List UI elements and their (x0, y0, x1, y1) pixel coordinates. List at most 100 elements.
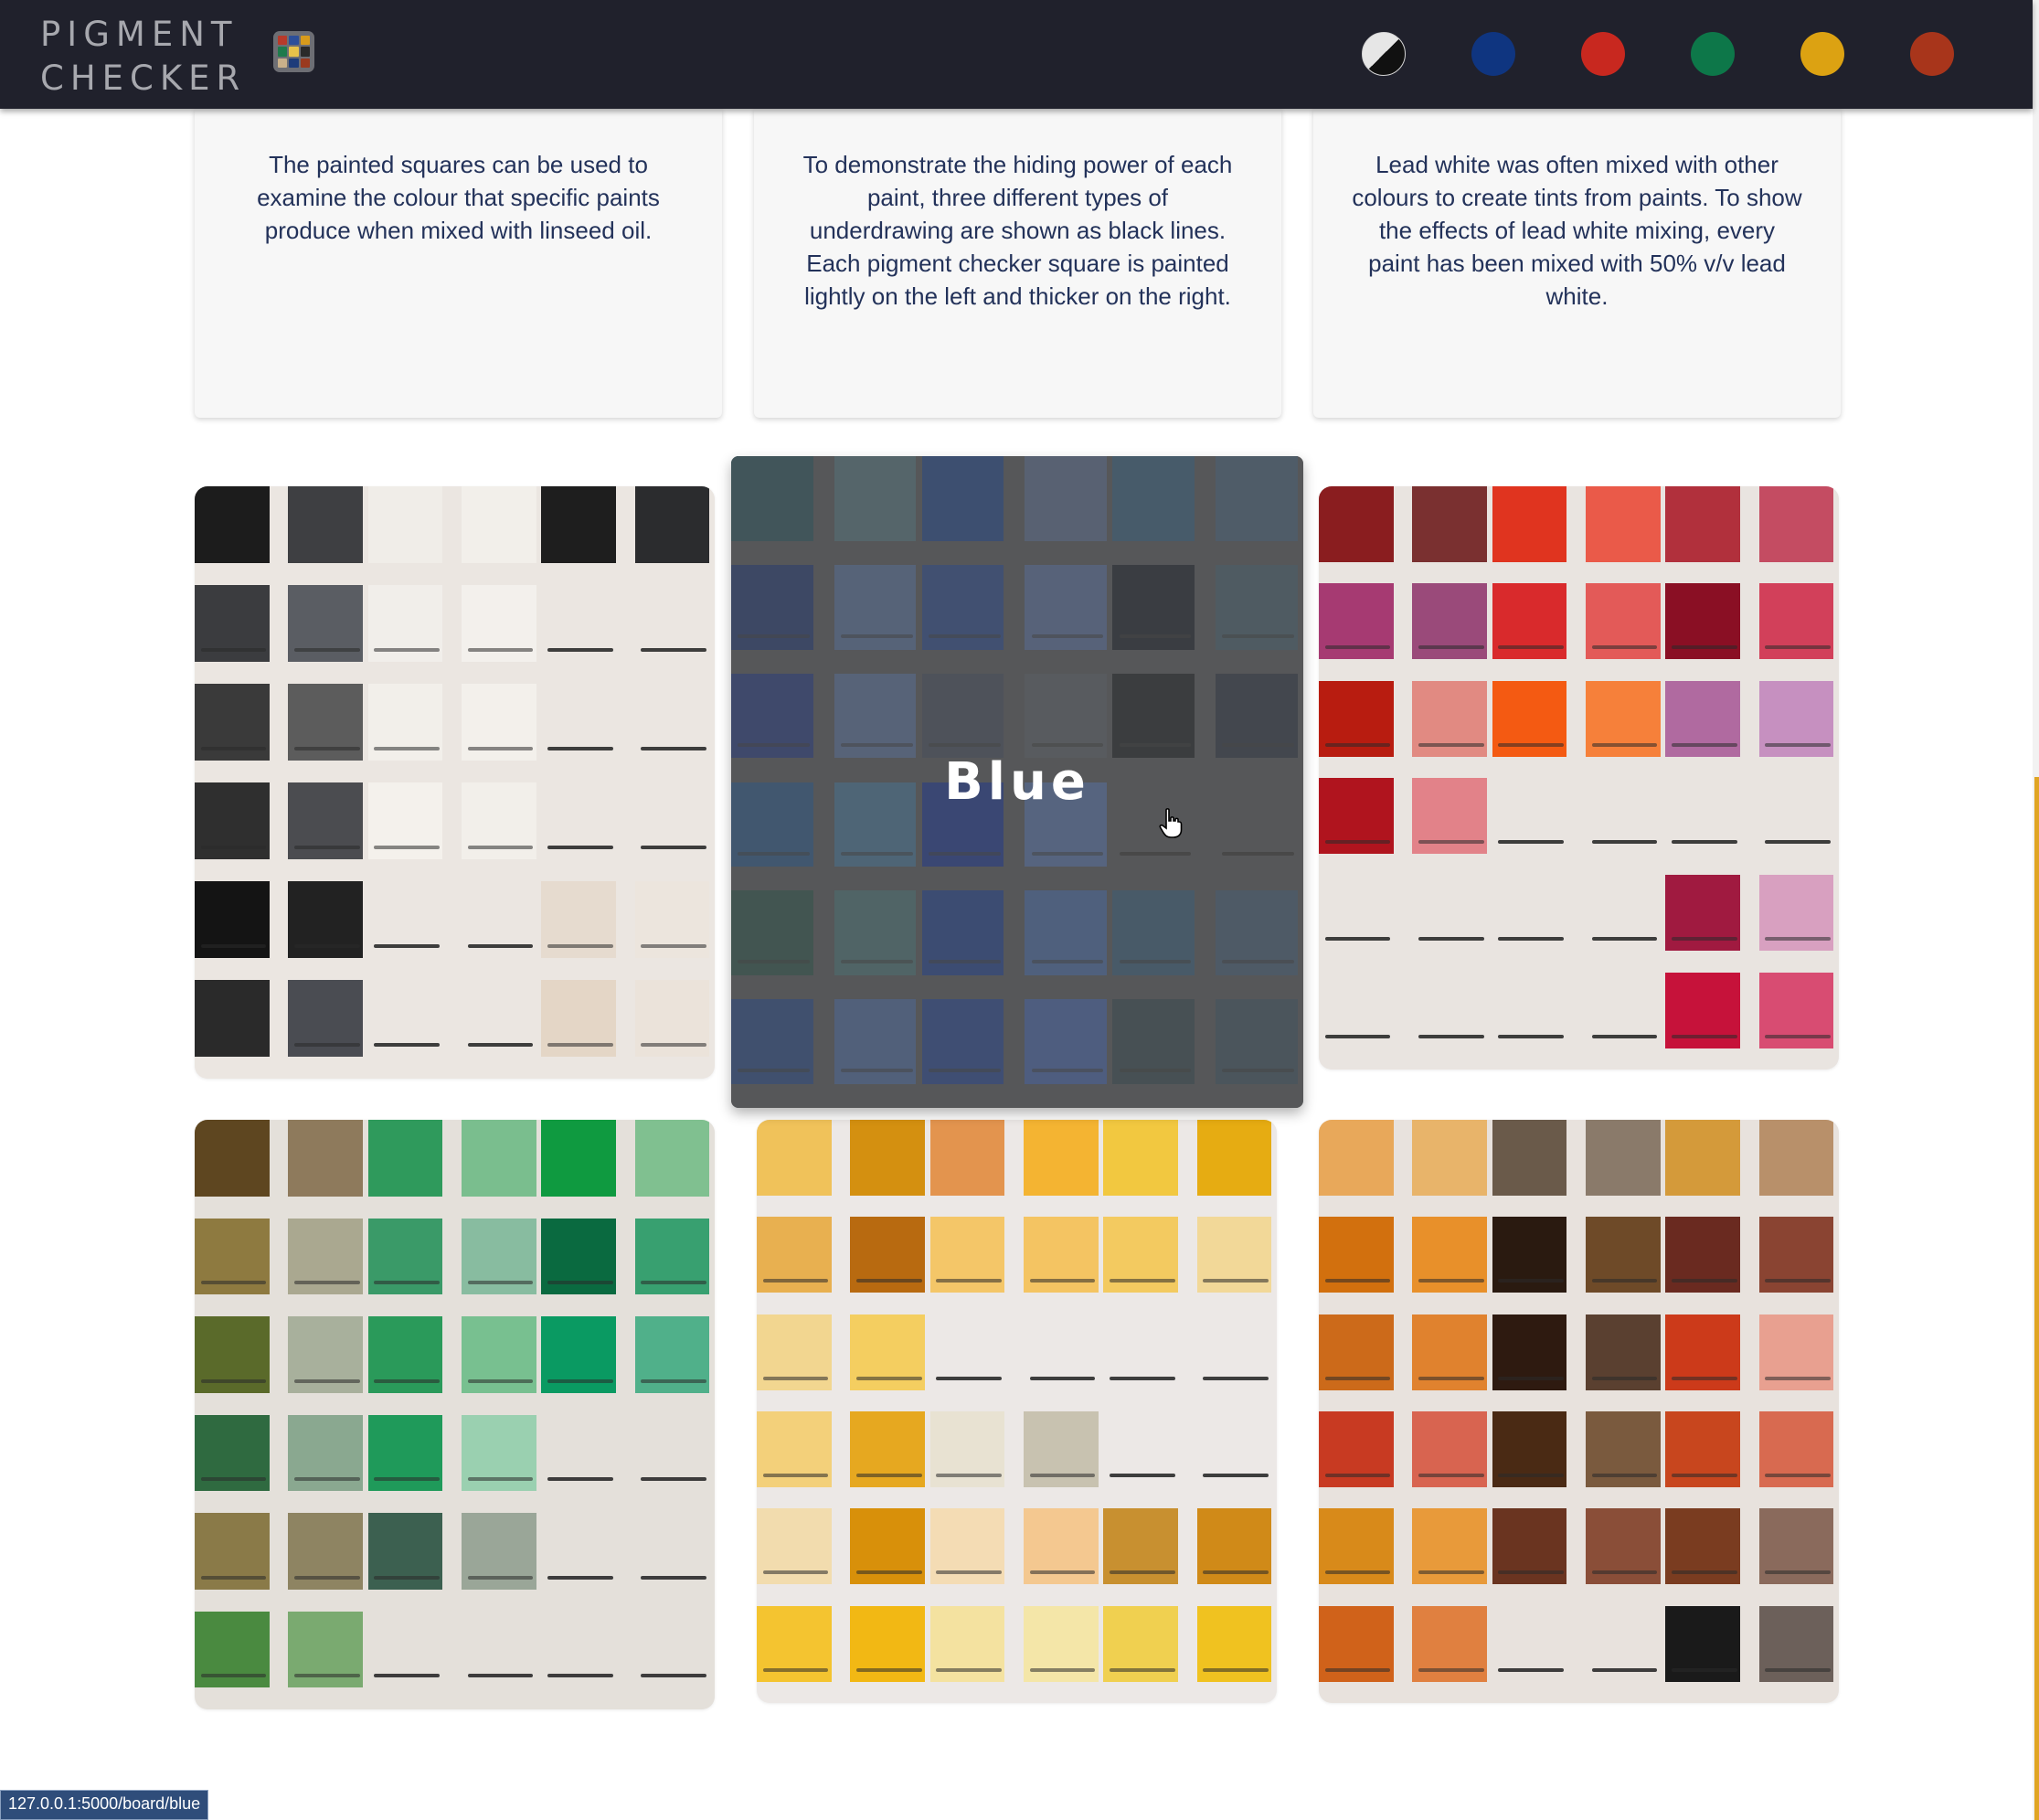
grid-icon[interactable] (273, 31, 314, 72)
underdrawing-line (936, 1570, 1002, 1575)
scrollbar[interactable] (2033, 0, 2039, 1820)
paint-swatch (1412, 486, 1487, 562)
dot-red[interactable] (1581, 32, 1625, 76)
underdrawing-line (855, 1474, 922, 1477)
underdrawing-line (1765, 645, 1832, 650)
dot-brown[interactable] (1910, 32, 1954, 76)
underdrawing-line (1203, 1667, 1269, 1672)
underdrawing-line (200, 944, 267, 949)
paint-swatch (541, 486, 616, 564)
underdrawing-line (936, 1279, 1002, 1283)
board-red[interactable] (1319, 486, 1839, 1070)
underdrawing-line (1765, 1667, 1832, 1672)
underdrawing-line (1498, 742, 1564, 747)
paint-swatch (1665, 486, 1740, 562)
underdrawing-line (936, 1474, 1002, 1477)
info-card-lead-white: Lead white was often mixed with other co… (1313, 109, 1841, 418)
underdrawing-line (1498, 937, 1564, 942)
board-yellow[interactable] (757, 1120, 1277, 1703)
underdrawing-line (293, 1043, 360, 1048)
paint-swatch (1319, 486, 1394, 562)
underdrawing-line (1591, 1667, 1658, 1672)
info-card-hiding-power: To demonstrate the hiding power of each … (754, 109, 1281, 418)
underdrawing-line (467, 1477, 534, 1482)
paint-swatch (195, 1120, 270, 1197)
underdrawing-line (1498, 1474, 1564, 1477)
paint-swatch (1665, 1120, 1740, 1196)
underdrawing-line (1498, 1667, 1564, 1672)
underdrawing-line (855, 1376, 922, 1380)
board-blue[interactable]: Blue (731, 456, 1303, 1108)
app-logo[interactable]: PIGMENT CHECKER (40, 13, 246, 101)
underdrawing-line (547, 1378, 613, 1383)
underdrawing-line (1418, 1034, 1484, 1038)
underdrawing-line (1671, 742, 1737, 747)
board-green[interactable] (195, 1120, 715, 1709)
underdrawing-line (547, 1477, 613, 1482)
underdrawing-line (1498, 840, 1564, 844)
info-card-text: The painted squares can be used to exami… (257, 151, 660, 244)
underdrawing-line (1418, 1474, 1484, 1477)
underdrawing-line (293, 648, 360, 653)
underdrawing-line (374, 1674, 440, 1678)
underdrawing-line (641, 648, 707, 653)
board-brown[interactable] (1319, 1120, 1839, 1703)
underdrawing-line (1324, 742, 1391, 747)
dot-yellow[interactable] (1800, 32, 1844, 76)
underdrawing-line (467, 1674, 534, 1678)
paint-swatch (929, 1120, 1005, 1196)
underdrawing-line (1671, 1570, 1737, 1575)
underdrawing-line (1109, 1279, 1175, 1283)
underdrawing-line (762, 1570, 829, 1575)
dot-blue[interactable] (1471, 32, 1515, 76)
underdrawing-line (1324, 1279, 1391, 1283)
underdrawing-line (641, 1575, 707, 1580)
underdrawing-line (293, 1281, 360, 1285)
colour-filter-dots (1362, 32, 1954, 76)
underdrawing-line (1765, 742, 1832, 747)
underdrawing-line (200, 1575, 267, 1580)
underdrawing-line (293, 1674, 360, 1678)
underdrawing-line (467, 1575, 534, 1580)
underdrawing-line (293, 1378, 360, 1383)
paint-swatch (1586, 486, 1661, 562)
underdrawing-line (1324, 840, 1391, 844)
underdrawing-line (1203, 1376, 1269, 1380)
underdrawing-line (762, 1474, 829, 1477)
underdrawing-line (641, 944, 707, 949)
underdrawing-line (467, 648, 534, 653)
underdrawing-line (293, 1575, 360, 1580)
underdrawing-line (1418, 1279, 1484, 1283)
underdrawing-line (547, 1043, 613, 1048)
underdrawing-line (1109, 1667, 1175, 1672)
paint-swatch (462, 486, 536, 564)
underdrawing-line (1029, 1474, 1096, 1477)
underdrawing-line (200, 1674, 267, 1678)
paint-swatch (367, 1120, 443, 1197)
paint-swatch (288, 1120, 363, 1197)
underdrawing-line (1203, 1570, 1269, 1575)
underdrawing-line (547, 846, 613, 850)
underdrawing-line (936, 1376, 1002, 1380)
dot-black-white[interactable] (1362, 32, 1406, 76)
underdrawing-line (374, 648, 440, 653)
board-black-white[interactable] (195, 486, 715, 1079)
underdrawing-line (855, 1570, 922, 1575)
underdrawing-line (200, 1043, 267, 1048)
underdrawing-line (467, 1378, 534, 1383)
underdrawing-line (374, 1043, 440, 1048)
underdrawing-line (547, 747, 613, 751)
dot-green[interactable] (1691, 32, 1735, 76)
underdrawing-line (1591, 1570, 1658, 1575)
underdrawing-line (936, 1667, 1002, 1672)
underdrawing-line (374, 846, 440, 850)
underdrawing-line (641, 1281, 707, 1285)
paint-swatch (1586, 1120, 1661, 1196)
underdrawing-line (467, 1043, 534, 1048)
paint-swatch (195, 486, 270, 564)
underdrawing-line (1029, 1667, 1096, 1672)
underdrawing-line (1498, 1279, 1564, 1283)
underdrawing-line (200, 846, 267, 850)
paint-swatch (288, 486, 363, 564)
underdrawing-line (641, 1674, 707, 1678)
